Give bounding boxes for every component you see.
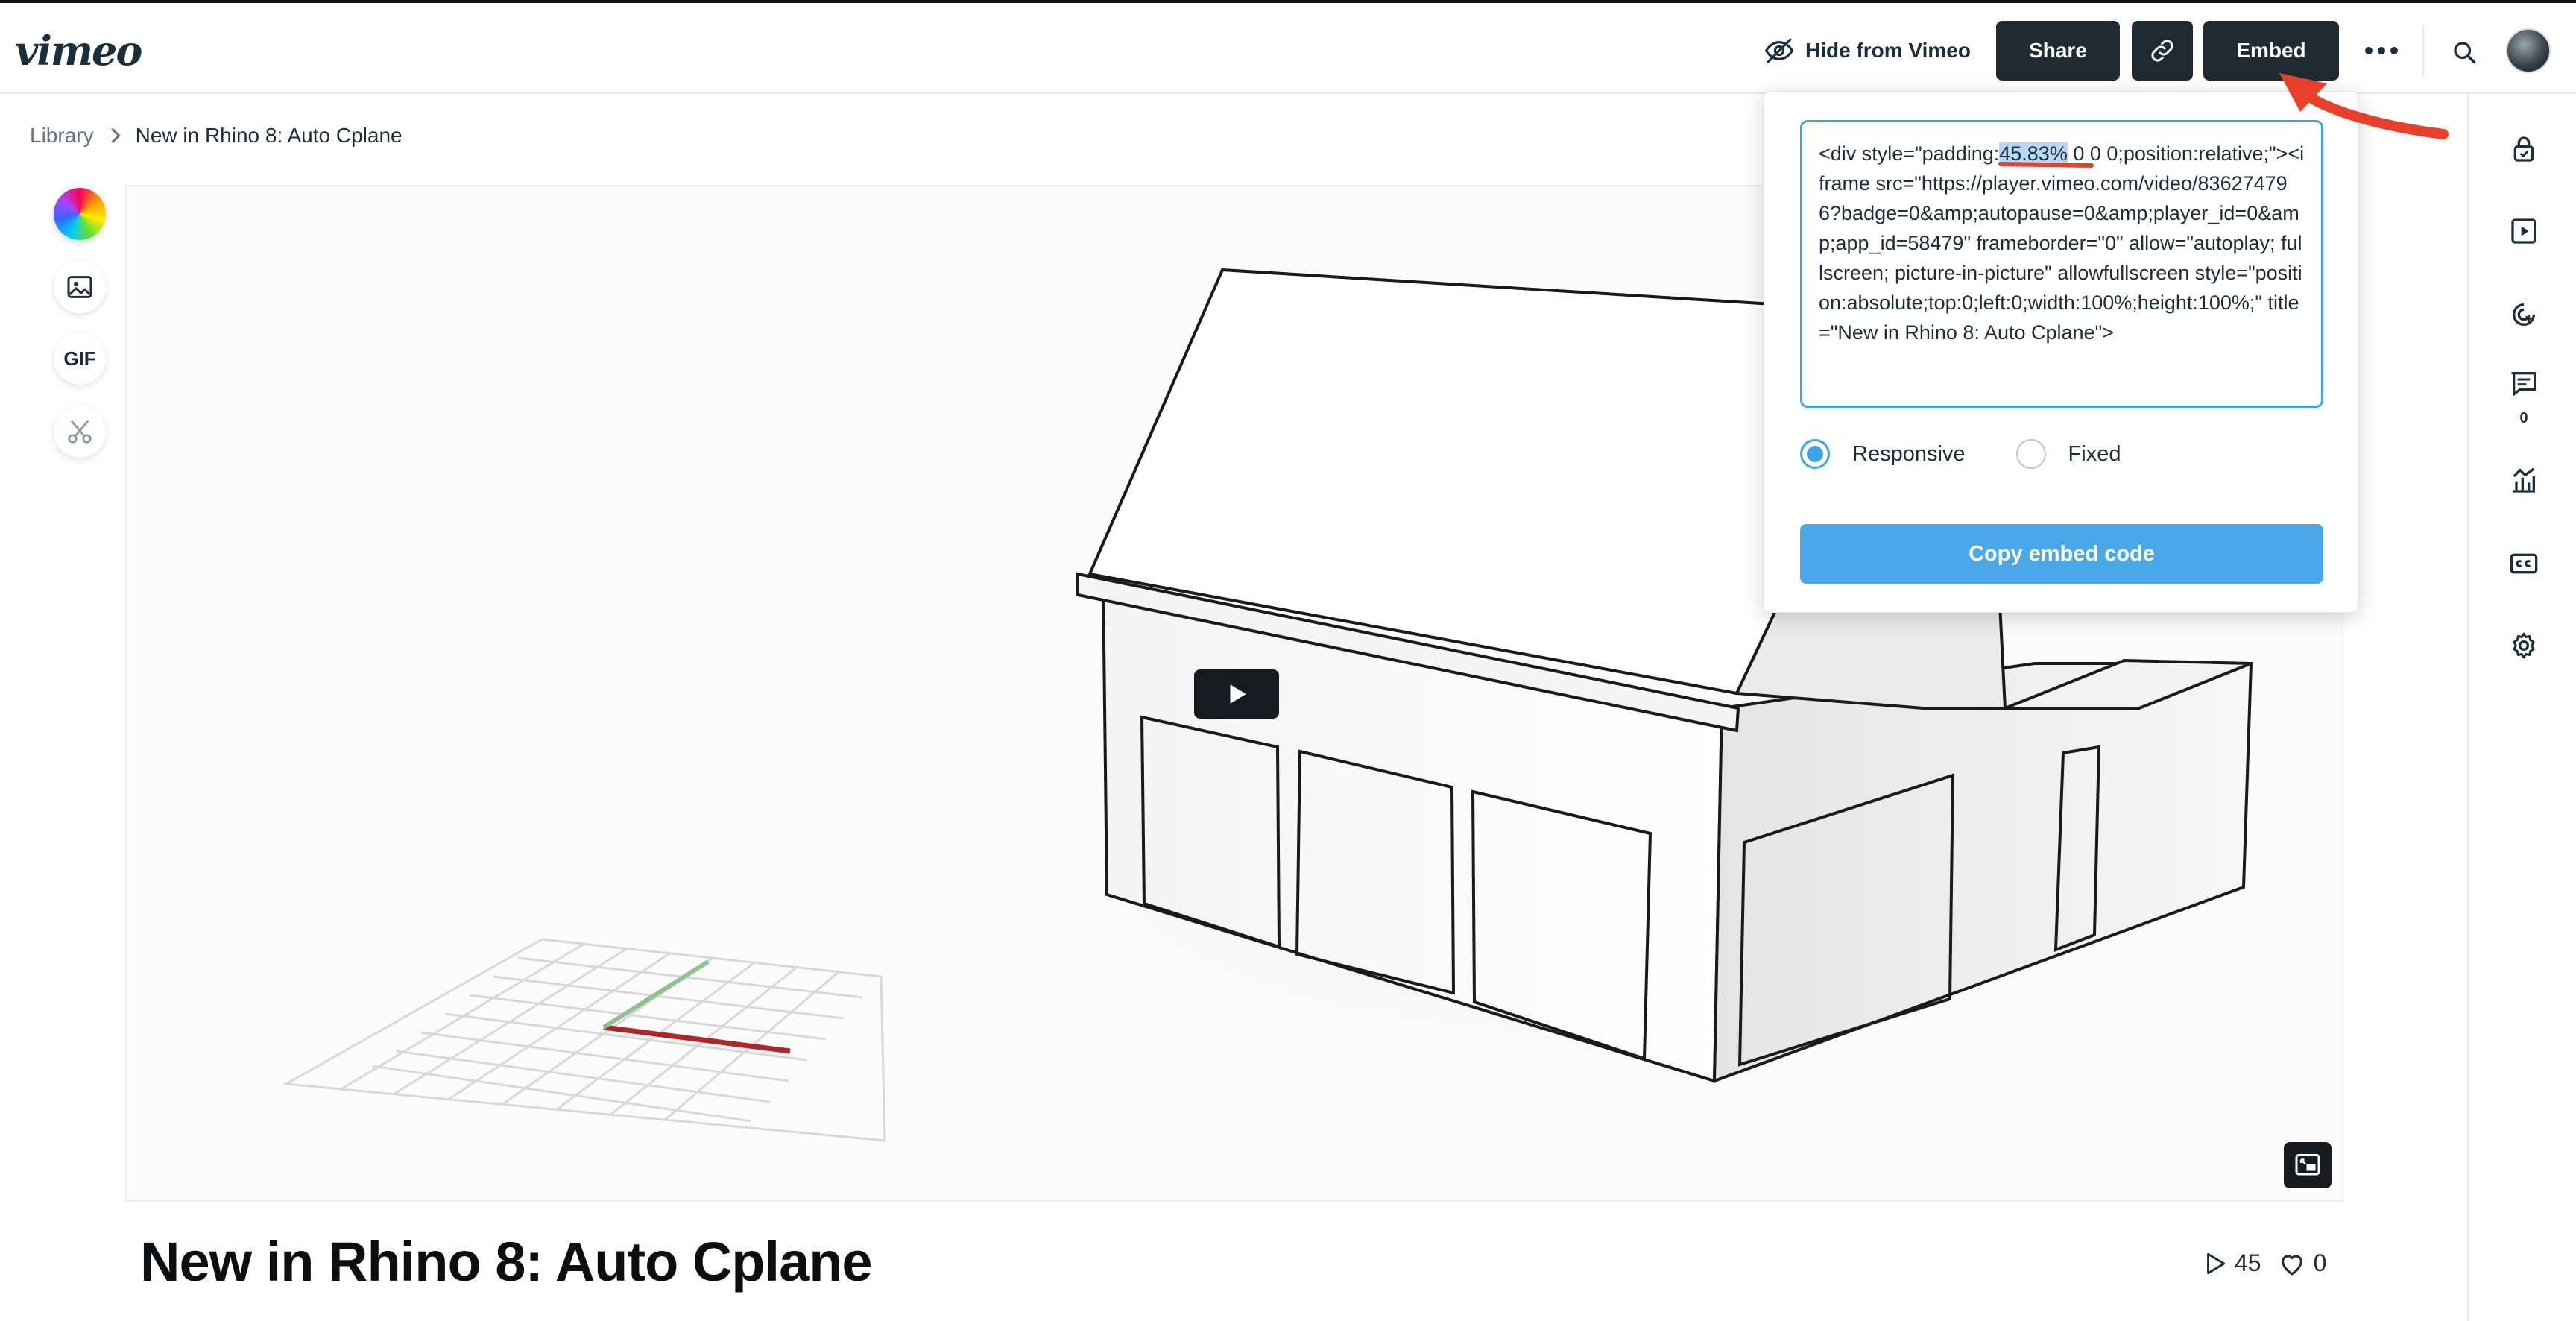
comments-button[interactable] [2506, 365, 2542, 401]
cursor-click-icon [2513, 303, 2535, 326]
top-bar: vimeo Hide from Vimeo Share Embed [0, 0, 2576, 94]
scissors-icon [68, 420, 92, 444]
analytics-icon [2513, 467, 2535, 493]
gif-tool-button[interactable]: GIF [54, 332, 106, 385]
user-avatar[interactable] [2506, 28, 2551, 73]
video-stats: 45 0 [2202, 1249, 2326, 1277]
analytics-button[interactable] [2506, 462, 2542, 498]
more-dots-icon [2365, 47, 2373, 54]
image-icon [67, 276, 92, 298]
embed-label: Embed [2236, 39, 2306, 62]
copy-embed-code-button[interactable]: Copy embed code [1800, 524, 2323, 584]
more-dot [2390, 47, 2398, 54]
settings-button[interactable] [2506, 628, 2542, 663]
share-button[interactable]: Share [1996, 21, 2120, 81]
plays-stat: 45 [2202, 1249, 2261, 1277]
hide-from-vimeo-button[interactable]: Hide from Vimeo [1764, 30, 1971, 72]
fixed-label[interactable]: Fixed [2068, 442, 2121, 467]
chevron-right-icon [110, 127, 121, 144]
more-options-button[interactable] [2357, 33, 2406, 69]
embed-code-textarea[interactable]: <div style="padding:45.83% 0 0 0;positio… [1800, 120, 2323, 408]
play-button[interactable] [1194, 669, 1279, 719]
likes-stat[interactable]: 0 [2278, 1249, 2327, 1277]
embed-popover: <div style="padding:45.83% 0 0 0;positio… [1764, 91, 2358, 613]
responsive-label[interactable]: Responsive [1852, 442, 1966, 467]
copy-link-button[interactable] [2132, 21, 2193, 81]
breadcrumb-library-link[interactable]: Library [30, 124, 94, 148]
plays-count: 45 [2235, 1249, 2261, 1276]
interactivity-button[interactable] [2506, 297, 2542, 332]
embed-size-options: Responsive Fixed [1800, 439, 2171, 469]
privacy-button[interactable] [2506, 131, 2542, 167]
heart-icon [2281, 1254, 2302, 1275]
video-title: New in Rhino 8: Auto Cplane [140, 1231, 873, 1293]
captions-button[interactable] [2506, 546, 2542, 581]
comment-icon [2511, 372, 2536, 396]
search-button[interactable] [2445, 33, 2484, 72]
copy-embed-code-label: Copy embed code [1969, 541, 2155, 566]
search-icon [2454, 42, 2476, 64]
play-outline-icon [2207, 1252, 2226, 1274]
lock-icon [2513, 136, 2534, 162]
hide-from-vimeo-label: Hide from Vimeo [1805, 39, 1971, 62]
comments-count: 0 [2519, 410, 2528, 426]
link-icon [2151, 40, 2174, 62]
picture-in-picture-icon [2295, 1154, 2320, 1176]
embed-button[interactable]: Embed [2203, 21, 2339, 81]
play-icon [1230, 684, 1246, 704]
embed-code-start: <div style="padding: [1819, 142, 2000, 165]
responsive-radio[interactable] [1800, 439, 1830, 469]
right-sidebar: 0 [2467, 94, 2576, 1321]
embed-code-rest: 0 0 0;position:relative;"><iframe src="h… [1819, 142, 2305, 344]
topbar-divider [2422, 25, 2424, 76]
share-label: Share [2029, 39, 2087, 62]
breadcrumb: Library New in Rhino 8: Auto Cplane [30, 124, 402, 148]
logo-text: vimeo [15, 27, 142, 75]
vimeo-logo[interactable]: vimeo [15, 21, 142, 81]
likes-count: 0 [2313, 1249, 2327, 1276]
picture-in-picture-button[interactable] [2284, 1142, 2332, 1188]
fixed-radio[interactable] [2015, 439, 2046, 469]
gear-icon [2513, 632, 2535, 659]
breadcrumb-current: New in Rhino 8: Auto Cplane [135, 124, 402, 147]
eye-slash-icon [1764, 38, 1794, 63]
gif-label: GIF [63, 347, 96, 370]
player-customize-button[interactable] [2506, 213, 2542, 249]
thumbnail-tool-button[interactable] [54, 261, 106, 313]
more-dot [2378, 47, 2385, 54]
color-tool-button[interactable] [54, 188, 106, 240]
embed-code-selection: 45.83% [1999, 142, 2068, 165]
player-icon [2511, 218, 2536, 244]
captions-icon [2510, 553, 2538, 574]
trim-tool-button[interactable] [54, 406, 106, 458]
